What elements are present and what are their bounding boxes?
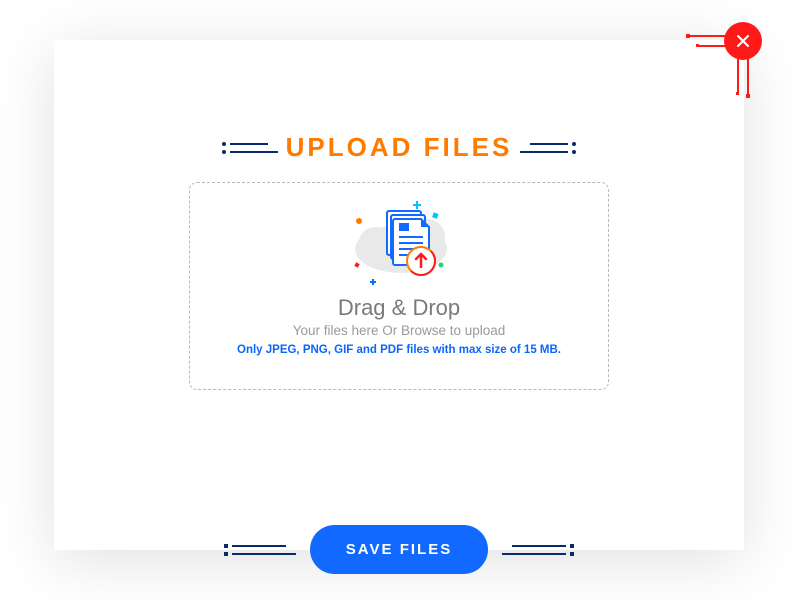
upload-illustration-icon (329, 193, 469, 293)
save-files-button[interactable]: SAVE FILES (310, 525, 488, 574)
save-decoration-right (502, 541, 574, 559)
modal-title-row: UPLOAD FILES (54, 132, 744, 163)
close-button[interactable] (724, 22, 762, 60)
dropzone-subheading: Your files here Or Browse to upload (293, 323, 506, 338)
close-icon (735, 33, 751, 49)
title-decoration-left (220, 139, 278, 157)
save-row: SAVE FILES (54, 525, 744, 574)
dropzone-hint: Only JPEG, PNG, GIF and PDF files with m… (237, 344, 561, 356)
dropzone-heading: Drag & Drop (338, 295, 460, 321)
modal-title: UPLOAD FILES (286, 132, 513, 163)
upload-modal: UPLOAD FILES (54, 40, 744, 550)
file-dropzone[interactable]: Drag & Drop Your files here Or Browse to… (189, 182, 609, 390)
save-decoration-left (224, 541, 296, 559)
title-decoration-right (520, 139, 578, 157)
